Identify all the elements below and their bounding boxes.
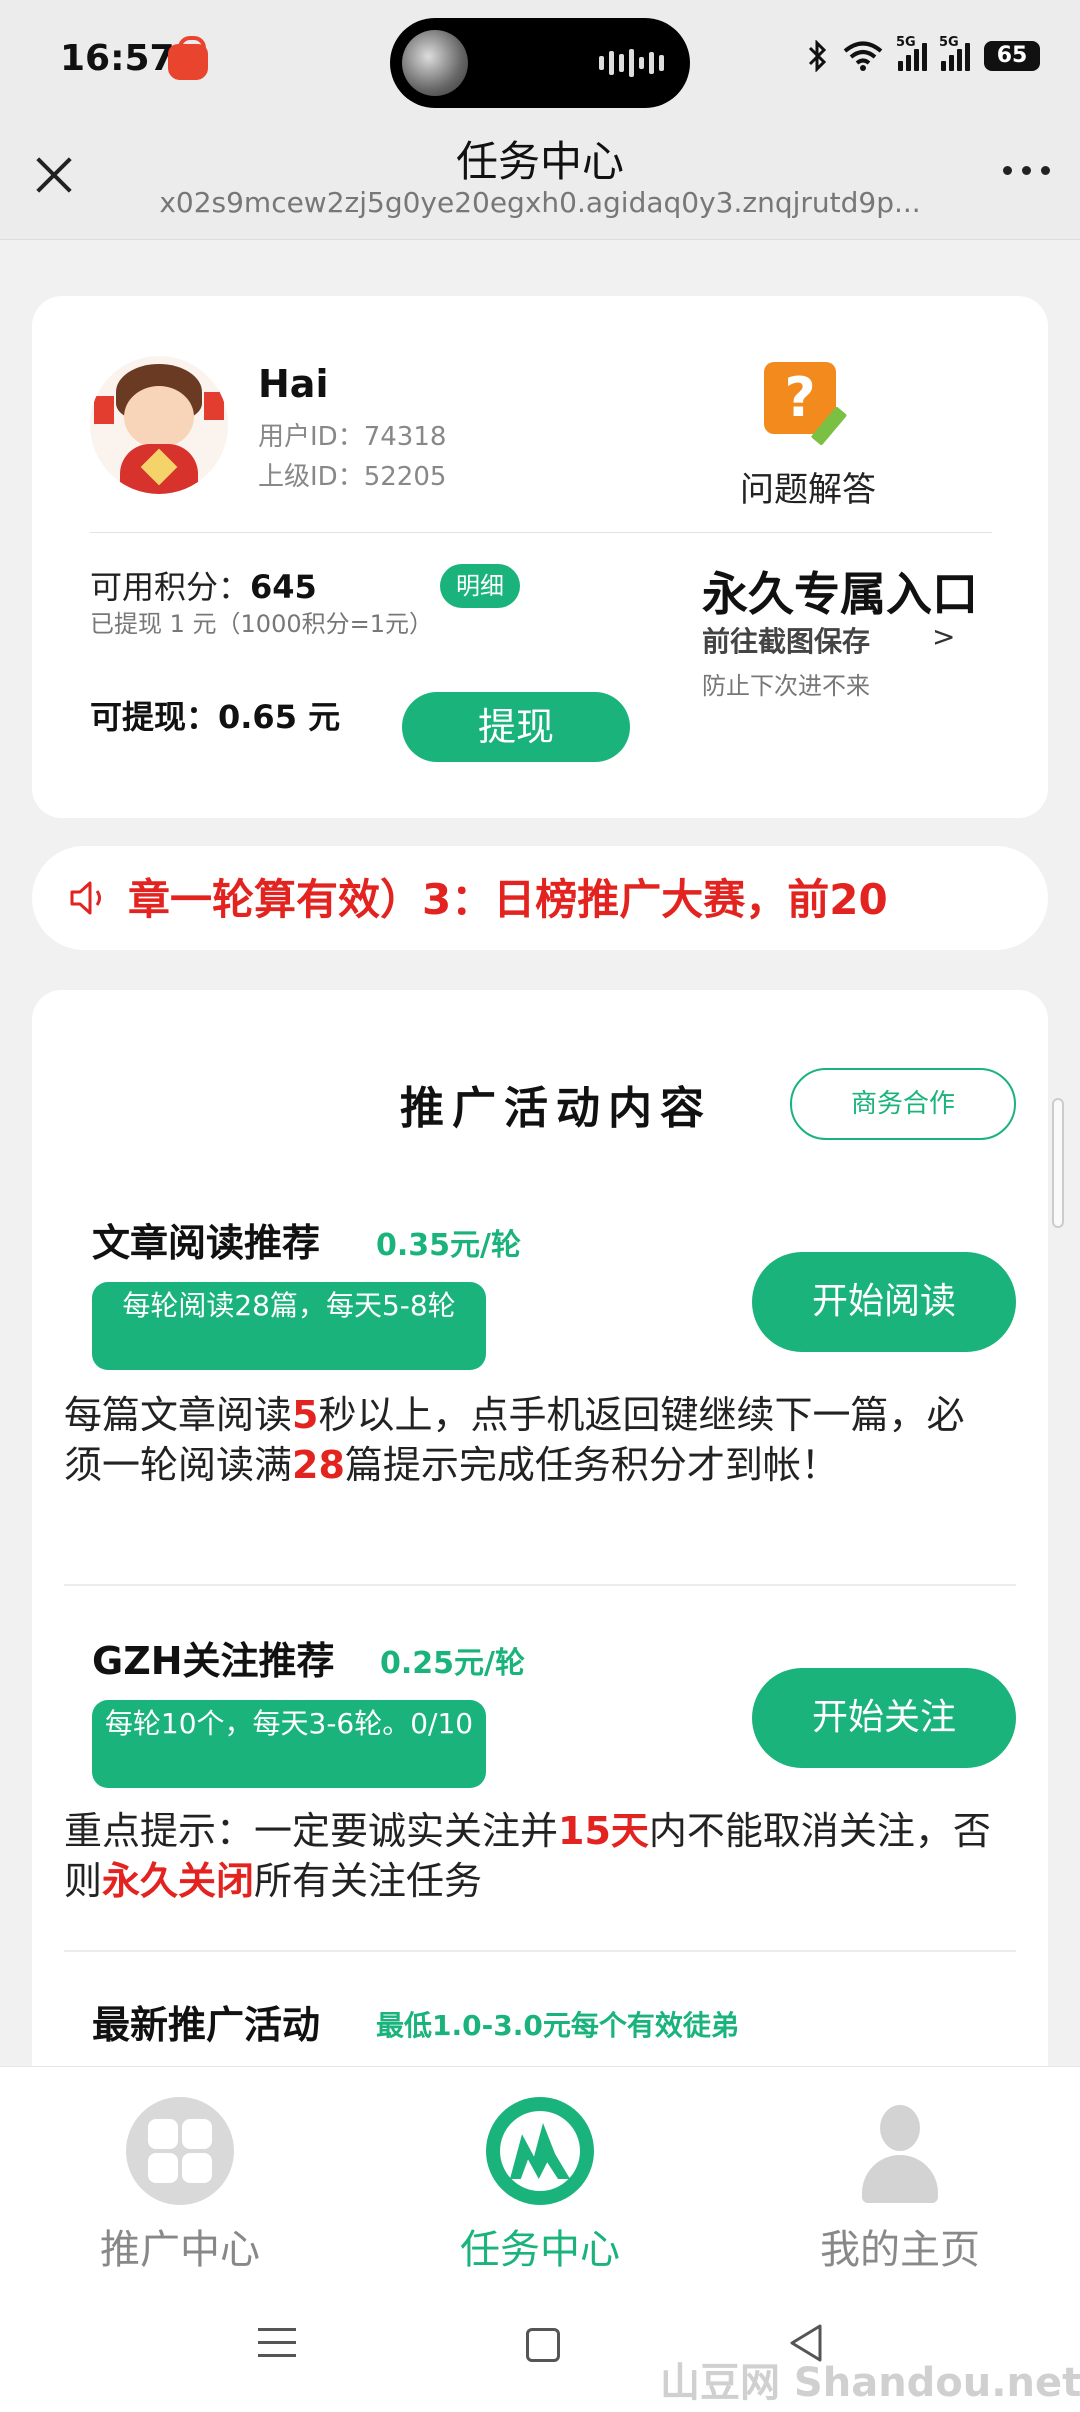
start-reading-button[interactable]: 开始阅读 <box>752 1252 1016 1352</box>
task-name: 文章阅读推荐 <box>92 1221 321 1265</box>
divider <box>90 532 992 533</box>
recent-apps-icon[interactable] <box>258 2328 296 2358</box>
profile-icon <box>846 2097 954 2205</box>
battery-indicator: 65 <box>984 41 1040 71</box>
grid-icon <box>126 2097 234 2205</box>
task-price: 0.35元/轮 <box>376 1228 521 1263</box>
more-menu-icon[interactable] <box>1003 166 1050 175</box>
scrollbar[interactable] <box>1052 1098 1064 1228</box>
chevron-right-icon[interactable]: > <box>932 620 955 653</box>
task-mountain-icon <box>486 2097 594 2205</box>
withdrawn-info: 已提现 1 元（1000积分=1元） <box>90 610 433 638</box>
status-time: 16:57 <box>60 38 175 79</box>
activities-title: 推广活动内容 <box>400 1083 712 1134</box>
page-title: 任务中心 <box>455 137 624 186</box>
withdrawable-amount: 可提现：0.65 元 <box>90 698 341 736</box>
entry-note: 防止下次进不来 <box>702 672 870 700</box>
shopping-bag-icon <box>168 36 208 80</box>
home-icon[interactable] <box>526 2328 560 2362</box>
user-card: Hai 用户ID：74318 上级ID：52205 ? 问题解答 可用积分：64… <box>32 296 1048 818</box>
speaker-icon <box>70 881 101 915</box>
parent-id: 上级ID：52205 <box>258 462 447 492</box>
activities-card: 推广活动内容 商务合作 文章阅读推荐 0.35元/轮 每轮阅读28篇，每天5-8… <box>32 990 1048 2190</box>
screenshot-save-link[interactable]: 前往截图保存 <box>702 620 870 660</box>
withdraw-button[interactable]: 提现 <box>402 692 630 762</box>
nav-label: 我的主页 <box>820 2227 980 2273</box>
nav-item-task-center[interactable]: 任务中心 <box>390 2097 690 2275</box>
nav-label: 推广中心 <box>100 2227 260 2273</box>
task-description: 重点提示：一定要诚实关注并15天内不能取消关注，否则永久关闭所有关注任务 <box>64 1809 991 1903</box>
task-name: GZH关注推荐 <box>92 1639 335 1683</box>
avatar <box>90 356 228 494</box>
status-indicators: 5G 5G 65 <box>806 35 1040 72</box>
divider <box>64 1584 1016 1586</box>
announcement-marquee: 章一轮算有效）3：日榜推广大赛，前20 <box>32 846 1048 950</box>
user-name: Hai <box>258 362 329 406</box>
nav-item-promotion-center[interactable]: 推广中心 <box>30 2097 330 2275</box>
task-price: 最低1.0-3.0元每个有效徒弟 <box>376 2009 739 2042</box>
divider <box>64 1950 1016 1952</box>
task-tag: 每轮阅读28篇，每天5-8轮 <box>92 1282 486 1370</box>
media-thumbnail <box>402 30 468 96</box>
points-label: 可用积分： <box>90 568 251 606</box>
task-description: 每篇文章阅读5秒以上，点手机返回键继续下一篇，必须一轮阅读满28篇提示完成任务积… <box>64 1393 965 1487</box>
permanent-entry-title[interactable]: 永久专属入口 <box>702 558 978 624</box>
points-row: 可用积分：645 <box>90 562 317 608</box>
nav-item-my-home[interactable]: 我的主页 <box>750 2097 1050 2275</box>
task-tag: 每轮10个，每天3-6轮。0/10 <box>92 1700 486 1788</box>
bluetooth-icon <box>808 40 827 72</box>
signal-5g-icon: 5G <box>896 35 927 71</box>
title-bar: 任务中心 x02s9mcew2zj5g0ye20egxh0.agidaq0y3.… <box>0 120 1080 240</box>
signal-5g-icon-2: 5G <box>939 35 970 71</box>
watermark: 山豆网 Shandou.net <box>660 2360 1080 2406</box>
nav-label: 任务中心 <box>460 2227 620 2273</box>
status-bar: 16:57 5G 5G 65 <box>0 0 1080 120</box>
page-url: x02s9mcew2zj5g0ye20egxh0.agidaq0y3.znqjr… <box>159 186 921 219</box>
user-id: 用户ID：74318 <box>258 422 447 452</box>
detail-button[interactable]: 明细 <box>440 564 520 608</box>
audio-wave-icon <box>599 48 664 78</box>
marquee-text: 章一轮算有效）3：日榜推广大赛，前20 <box>128 875 888 924</box>
business-cooperation-button[interactable]: 商务合作 <box>790 1068 1016 1140</box>
dynamic-island <box>390 18 690 108</box>
points-value: 645 <box>250 568 317 606</box>
task-price: 0.25元/轮 <box>380 1646 525 1681</box>
wifi-icon <box>843 41 883 71</box>
task-name: 最新推广活动 <box>92 2003 321 2047</box>
start-follow-button[interactable]: 开始关注 <box>752 1668 1016 1768</box>
qa-label[interactable]: 问题解答 <box>740 462 876 511</box>
